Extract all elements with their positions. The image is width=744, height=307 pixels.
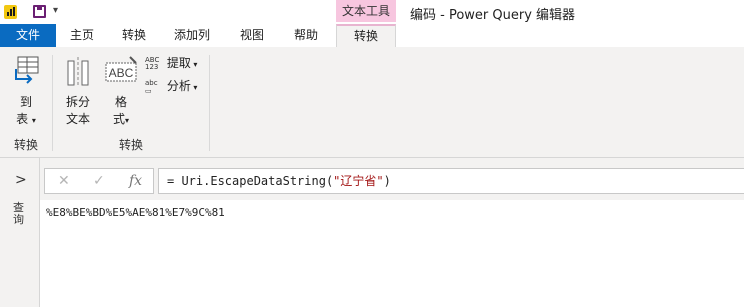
format-text-icon: ABC	[105, 56, 137, 82]
split-text-button[interactable]: 拆分 文本	[59, 55, 97, 128]
editor-content: > 查询 ✕ ✓ fx = Uri.EscapeDataString("辽宁省"…	[0, 158, 744, 307]
svg-text:ABC: ABC	[109, 66, 134, 80]
to-table-icon	[15, 56, 39, 84]
formula-string-literal: "辽宁省"	[333, 174, 384, 188]
window-title: 编码 - Power Query 编辑器	[410, 8, 576, 23]
group-divider	[209, 55, 210, 151]
tab-home[interactable]: 主页	[60, 24, 104, 47]
save-icon[interactable]	[33, 5, 46, 18]
to-table-label-2: 表 ▾	[16, 112, 36, 126]
ribbon-group-convert: 到 表 ▾ 转换	[0, 47, 52, 157]
result-area: %E8%BE%BD%E5%AE%81%E7%9C%81	[40, 200, 744, 307]
tab-help[interactable]: 帮助	[282, 24, 330, 47]
formula-input[interactable]: = Uri.EscapeDataString("辽宁省")	[158, 168, 744, 194]
tab-text-transform[interactable]: 转换	[336, 24, 396, 48]
format-button[interactable]: ABC 格 式▾	[103, 55, 139, 129]
split-text-label-1: 拆分	[65, 95, 90, 109]
ribbon-tab-row: 文件 主页 转换 添加列 视图 帮助 转换	[0, 24, 744, 48]
cancel-formula-icon[interactable]: ✕	[58, 173, 70, 189]
title-bar: ▾ 文本工具 编码 - Power Query 编辑器	[0, 0, 744, 24]
tab-file[interactable]: 文件	[0, 24, 56, 47]
to-table-label-1: 到	[19, 95, 32, 109]
queries-pane[interactable]: > 查询	[0, 158, 40, 307]
to-table-button[interactable]: 到 表 ▾	[6, 53, 46, 129]
extract-icon: ABC 123	[145, 55, 160, 71]
formula-suffix: )	[383, 174, 391, 188]
result-value[interactable]: %E8%BE%BD%E5%AE%81%E7%9C%81	[46, 206, 225, 219]
ribbon: 到 表 ▾ 转换 拆分 文本 ABC 格 式▾ ABC 123 提取 ▾ abc…	[0, 47, 744, 158]
ribbon-group-text-transform: 拆分 文本 ABC 格 式▾ ABC 123 提取 ▾ abc ▭ 分析 ▾ 转换	[53, 47, 209, 157]
queries-pane-label: 查询	[13, 201, 24, 226]
power-bi-logo-icon	[4, 5, 17, 19]
extract-label: 提取	[166, 56, 191, 70]
formula-prefix: = Uri.EscapeDataString(	[167, 174, 334, 188]
split-column-icon	[67, 57, 89, 87]
split-text-label-2: 文本	[65, 112, 90, 126]
commit-formula-icon[interactable]: ✓	[93, 173, 105, 189]
format-label-2: 式▾	[112, 112, 130, 126]
text-tools-context-header: 文本工具	[336, 0, 396, 22]
parse-icon: abc ▭	[145, 78, 158, 95]
group-label-text-transform: 转换	[118, 138, 143, 152]
expand-queries-chevron-icon[interactable]: >	[15, 172, 27, 188]
formula-actions: ✕ ✓ fx	[44, 168, 154, 194]
parse-label: 分析	[166, 79, 191, 93]
extract-button[interactable]: ABC 123 提取 ▾	[145, 55, 197, 73]
insert-function-icon[interactable]: fx	[129, 173, 142, 189]
tab-transform[interactable]: 转换	[112, 24, 156, 47]
format-label-1: 格	[114, 95, 127, 109]
parse-button[interactable]: abc ▭ 分析 ▾	[145, 78, 197, 96]
group-label-convert: 转换	[13, 138, 38, 152]
tab-add-column[interactable]: 添加列	[164, 24, 220, 47]
tab-view[interactable]: 视图	[228, 24, 276, 47]
quick-access-dropdown-icon[interactable]: ▾	[53, 4, 58, 18]
